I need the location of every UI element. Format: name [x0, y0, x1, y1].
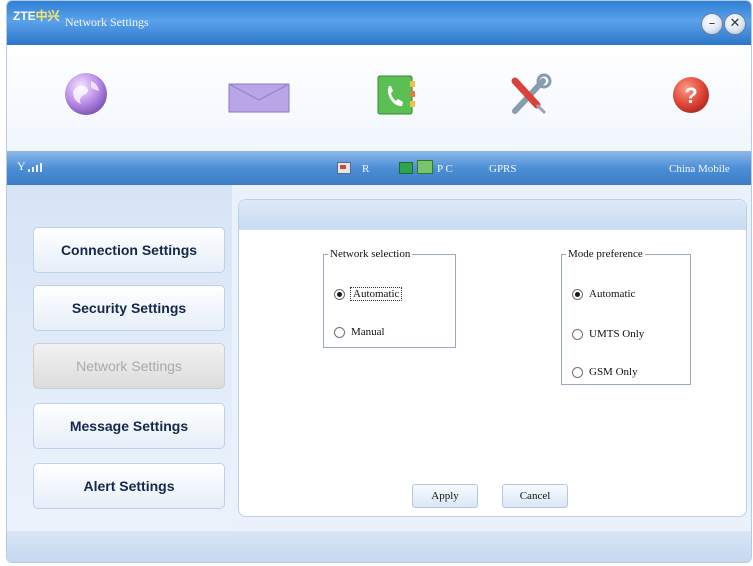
mode-gsm-radio[interactable]: [572, 366, 583, 378]
sidebar-item-security-settings[interactable]: Security Settings: [33, 285, 225, 331]
bottom-strip: [7, 531, 751, 562]
mode-umts-label: UMTS Only: [589, 328, 645, 340]
network-selection-legend: Network selection: [330, 248, 411, 260]
cancel-button[interactable]: Cancel: [502, 484, 568, 508]
operator-name: China Mobile: [669, 163, 730, 175]
network-manual-label: Manual: [351, 326, 385, 338]
signal-label: Y: [17, 159, 26, 173]
status-bar: Y R P C GPRS China Mobile: [7, 151, 751, 185]
sidebar-item-alert-settings[interactable]: Alert Settings: [33, 463, 225, 509]
settings-sidebar: Connection Settings Security Settings Ne…: [7, 185, 232, 562]
app-window: ZTE中兴 Network Settings – ✕ ? Y R P C GPR…: [6, 0, 752, 563]
mode-gsm-option[interactable]: GSM Only: [572, 366, 638, 378]
envelope-icon[interactable]: [228, 83, 290, 118]
network-manual-option[interactable]: Manual: [334, 326, 385, 338]
mode-auto-option[interactable]: Automatic: [572, 288, 635, 300]
sidebar-item-message-settings[interactable]: Message Settings: [33, 403, 225, 449]
mode-umts-option[interactable]: UMTS Only: [572, 328, 644, 340]
svg-text:?: ?: [684, 83, 697, 108]
window-title: Network Settings: [65, 15, 149, 29]
sidebar-item-network-settings[interactable]: Network Settings: [33, 343, 225, 389]
pc-icon: [417, 160, 433, 174]
network-settings-panel: Network selection Automatic Manual Mode …: [238, 199, 747, 517]
mode-preference-group: Mode preference Automatic UMTS Only GSM …: [561, 248, 691, 385]
panel-header: [239, 200, 746, 230]
signal-strength-icon: Y: [17, 160, 42, 172]
toolbar: ?: [7, 45, 751, 151]
mode-auto-label: Automatic: [589, 288, 636, 300]
brand-cn: 中兴: [35, 9, 60, 23]
minimize-button[interactable]: –: [701, 13, 723, 35]
help-icon[interactable]: ?: [671, 75, 711, 120]
mode-gsm-label: GSM Only: [589, 366, 638, 378]
globe-icon[interactable]: [63, 71, 109, 122]
apply-button[interactable]: Apply: [412, 484, 478, 508]
tools-icon[interactable]: [507, 73, 553, 124]
close-button[interactable]: ✕: [724, 13, 746, 35]
network-selection-group: Network selection Automatic Manual: [323, 248, 456, 348]
roaming-indicator: R: [362, 163, 370, 175]
brand-latin: ZTE: [13, 9, 36, 23]
network-auto-option[interactable]: Automatic: [334, 287, 403, 301]
network-manual-radio[interactable]: [334, 326, 345, 338]
mode-umts-radio[interactable]: [572, 328, 583, 340]
phonebook-icon[interactable]: [376, 75, 416, 120]
brand-logo: ZTE中兴: [13, 7, 60, 24]
connection-arrows-icon: [399, 162, 413, 174]
pc-indicator: P C: [437, 163, 453, 175]
sidebar-item-connection-settings[interactable]: Connection Settings: [33, 227, 225, 273]
message-status-icon: [337, 162, 351, 174]
network-auto-label: Automatic: [349, 287, 403, 301]
network-type: GPRS: [489, 163, 517, 175]
mode-auto-radio[interactable]: [572, 288, 583, 300]
network-auto-radio[interactable]: [334, 288, 345, 300]
title-bar: ZTE中兴 Network Settings – ✕: [7, 1, 751, 45]
mode-preference-legend: Mode preference: [568, 248, 643, 260]
